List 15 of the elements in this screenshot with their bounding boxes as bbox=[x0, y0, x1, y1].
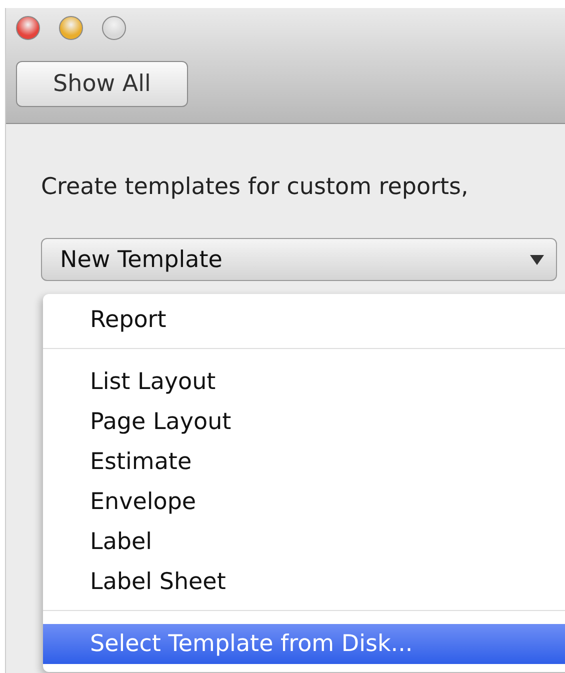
zoom-button[interactable] bbox=[102, 16, 126, 40]
description-text: Create templates for custom reports, bbox=[41, 174, 470, 200]
menu-item[interactable]: Report bbox=[43, 300, 565, 340]
menu-item[interactable]: Estimate bbox=[43, 442, 565, 482]
minimize-button[interactable] bbox=[59, 16, 83, 40]
caret-icon bbox=[530, 254, 544, 264]
close-button[interactable] bbox=[16, 16, 40, 40]
template-popup[interactable]: New Template bbox=[41, 238, 557, 281]
menu-item[interactable]: Page Layout bbox=[43, 402, 565, 442]
menu-item[interactable]: List Layout bbox=[43, 362, 565, 402]
show-all-button[interactable]: Show All bbox=[16, 61, 188, 107]
menu-item[interactable]: Label bbox=[43, 522, 565, 562]
menu-item[interactable]: Label Sheet bbox=[43, 562, 565, 602]
menu-item[interactable]: Select Template from Disk... bbox=[43, 624, 565, 664]
menu-item[interactable]: Envelope bbox=[43, 482, 565, 522]
